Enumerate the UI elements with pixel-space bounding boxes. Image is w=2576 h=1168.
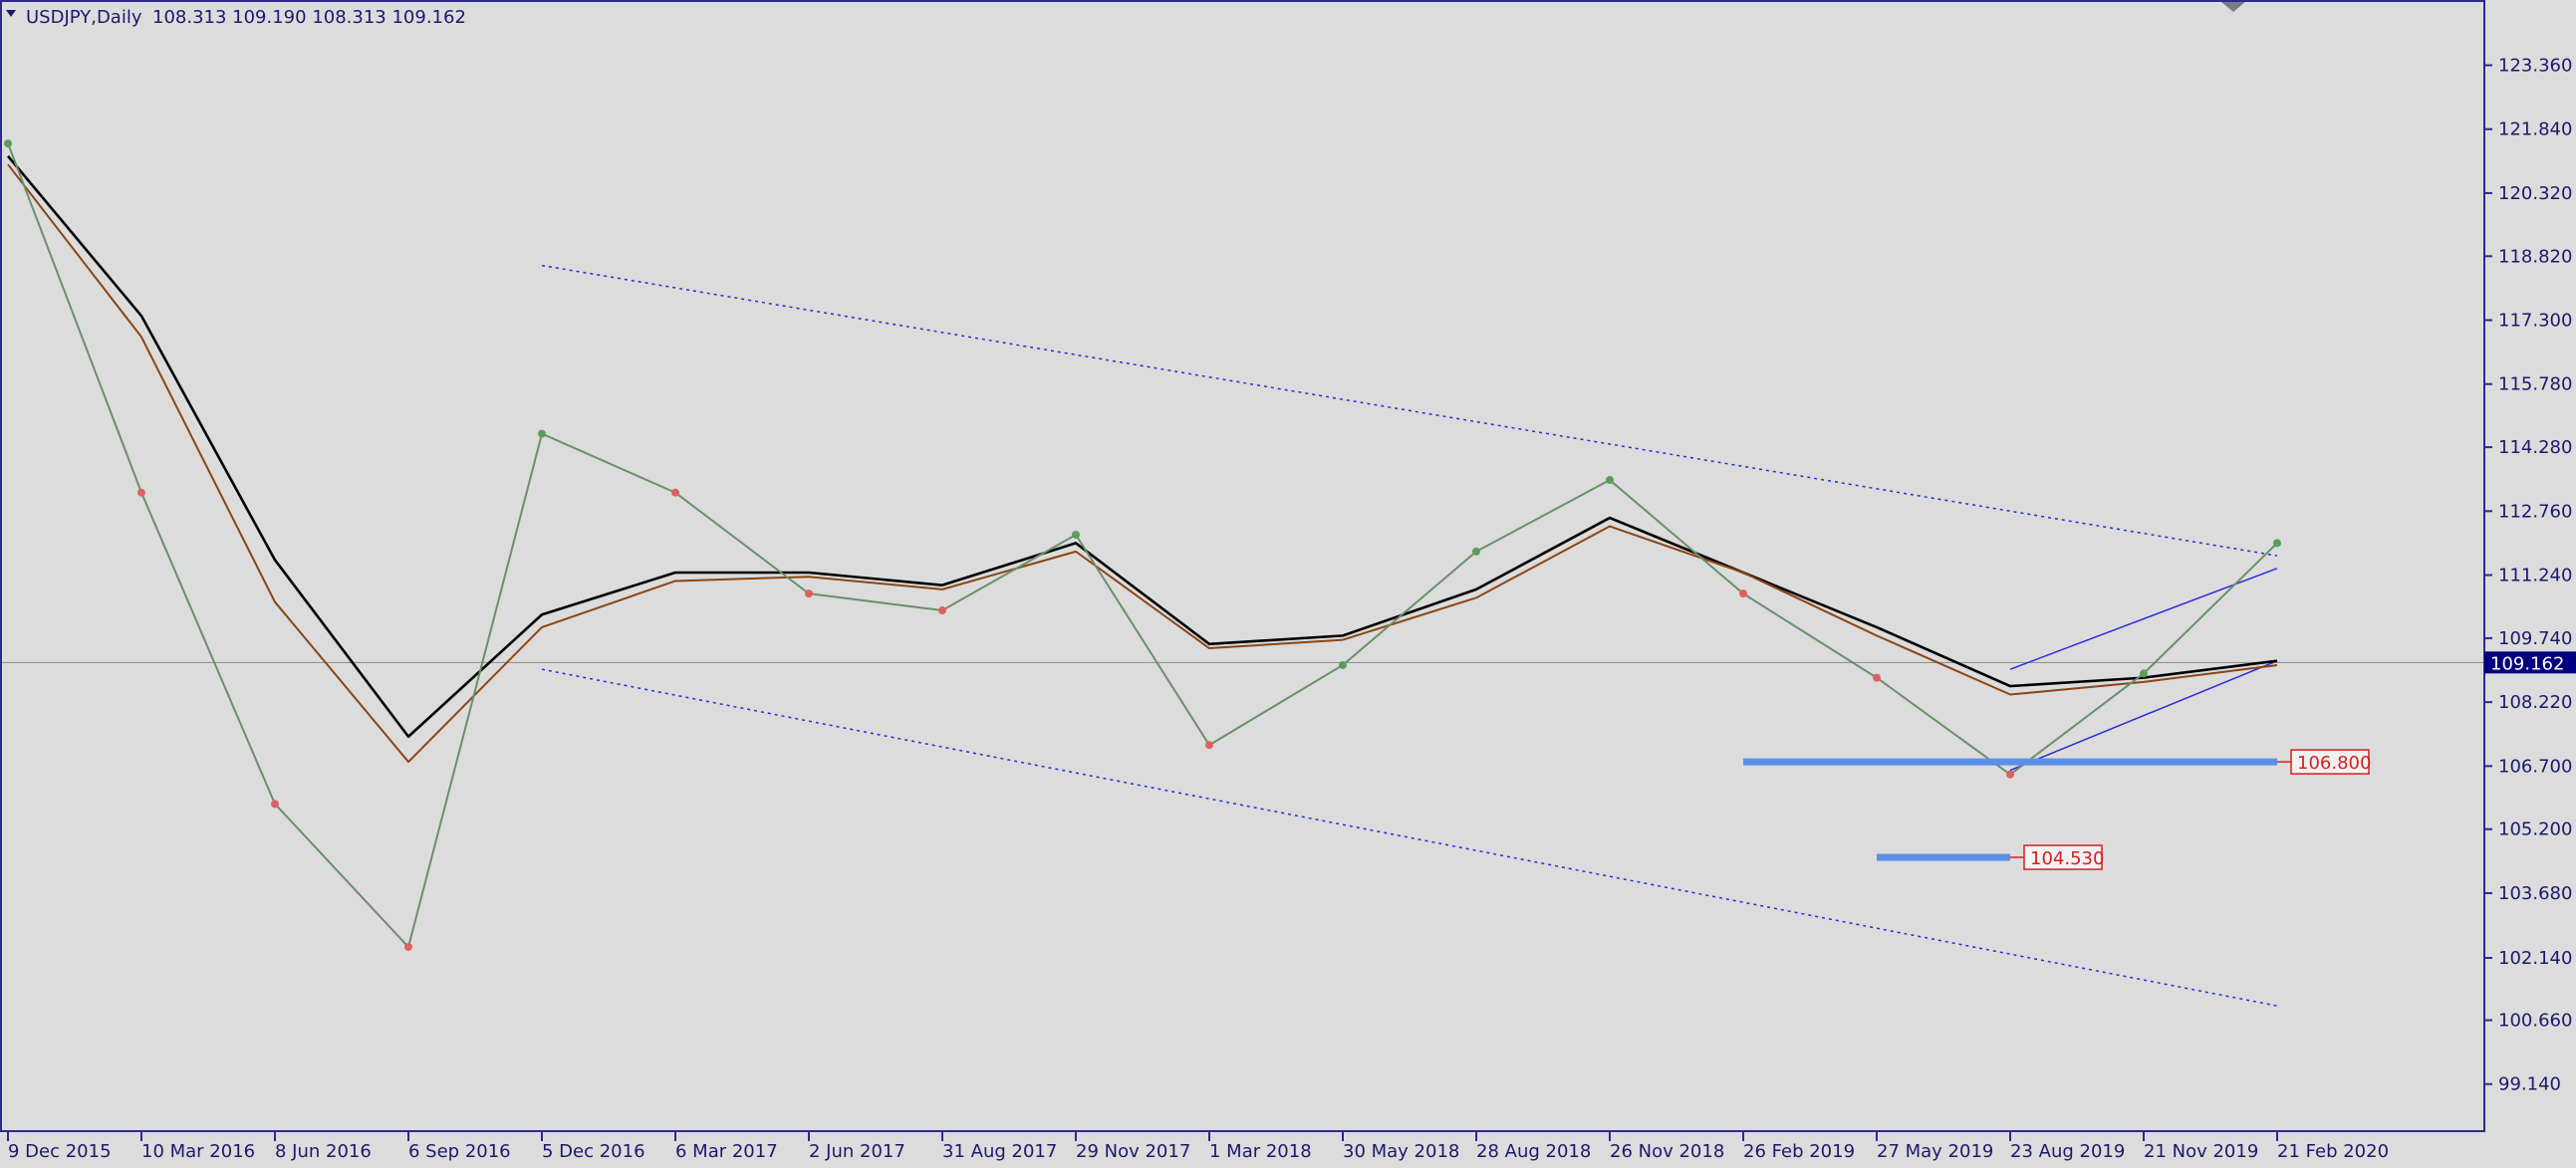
x-tick-label-17: 21 Feb 2020 <box>2277 1141 2389 1162</box>
price-point-17 <box>2273 539 2281 548</box>
y-tick-label-15: 100.660 <box>2498 1011 2572 1032</box>
x-tick-label-4: 5 Dec 2016 <box>542 1141 645 1162</box>
x-tick-label-12: 26 Nov 2018 <box>1610 1141 1724 1162</box>
price-point-9 <box>1205 741 1213 750</box>
x-tick-label-15: 23 Aug 2019 <box>2010 1141 2125 1162</box>
y-tick-label-4: 117.300 <box>2498 311 2572 332</box>
price-point-15 <box>2006 770 2014 779</box>
y-tick-label-16: 99.140 <box>2498 1074 2561 1095</box>
support-level-label-1: 104.530 <box>2030 848 2104 869</box>
x-tick-label-14: 27 May 2019 <box>1877 1141 1993 1162</box>
price-point-10 <box>1339 660 1347 669</box>
y-tick-label-7: 112.760 <box>2498 501 2572 522</box>
support-level-label-0: 106.800 <box>2297 753 2371 774</box>
y-tick-label-12: 105.200 <box>2498 819 2572 840</box>
y-tick-label-6: 114.280 <box>2498 437 2572 458</box>
price-point-2 <box>271 800 279 809</box>
x-tick-label-11: 28 Aug 2018 <box>1476 1141 1591 1162</box>
price-point-5 <box>671 488 679 497</box>
x-tick-label-2: 8 Jun 2016 <box>275 1141 372 1162</box>
ohlc-values: 108.313 109.190 108.313 109.162 <box>152 7 466 28</box>
x-tick-label-13: 26 Feb 2019 <box>1743 1141 1855 1162</box>
x-tick-label-0: 9 Dec 2015 <box>8 1141 112 1162</box>
price-point-11 <box>1472 547 1480 556</box>
price-point-8 <box>1072 530 1080 539</box>
y-tick-label-3: 118.820 <box>2498 246 2572 267</box>
x-tick-label-3: 6 Sep 2016 <box>408 1141 511 1162</box>
y-tick-label-9: 109.740 <box>2498 628 2572 649</box>
x-tick-label-8: 29 Nov 2017 <box>1076 1141 1190 1162</box>
price-point-4 <box>538 429 546 438</box>
chart-header: USDJPY,Daily 108.313 109.190 108.313 109… <box>6 7 466 28</box>
price-point-6 <box>805 589 813 598</box>
y-tick-label-2: 120.320 <box>2498 183 2572 204</box>
price-point-12 <box>1606 476 1614 485</box>
plot-area[interactable] <box>0 0 2484 1131</box>
y-tick-label-10: 108.220 <box>2498 692 2572 713</box>
x-tick-label-10: 30 May 2018 <box>1343 1141 1459 1162</box>
y-tick-label-5: 115.780 <box>2498 374 2572 395</box>
price-point-14 <box>1873 673 1881 682</box>
y-tick-label-0: 123.360 <box>2498 55 2572 76</box>
price-point-1 <box>137 488 145 497</box>
y-tick-label-1: 121.840 <box>2498 119 2572 140</box>
symbol-label: USDJPY,Daily <box>26 7 142 28</box>
price-point-13 <box>1739 589 1747 598</box>
y-tick-label-8: 111.240 <box>2498 566 2572 586</box>
y-tick-label-13: 103.680 <box>2498 883 2572 904</box>
x-tick-label-9: 1 Mar 2018 <box>1209 1141 1312 1162</box>
x-tick-label-6: 2 Jun 2017 <box>809 1141 905 1162</box>
y-tick-label-14: 102.140 <box>2498 948 2572 969</box>
x-tick-label-1: 10 Mar 2016 <box>141 1141 255 1162</box>
price-point-7 <box>938 606 946 615</box>
x-tick-label-5: 6 Mar 2017 <box>675 1141 778 1162</box>
price-point-0 <box>4 139 12 148</box>
current-price-label: 109.162 <box>2490 653 2564 674</box>
price-point-16 <box>2140 669 2148 678</box>
chart-window[interactable]: 106.800 104.530 123.360 121.840 120.320 118.… <box>0 0 2576 1168</box>
price-point-3 <box>404 943 412 952</box>
y-tick-label-11: 106.700 <box>2498 756 2572 777</box>
price-chart[interactable]: 106.800 104.530 123.360 121.840 120.320 118.… <box>0 0 2576 1168</box>
x-tick-label-16: 21 Nov 2019 <box>2144 1141 2258 1162</box>
x-tick-label-7: 31 Aug 2017 <box>942 1141 1057 1162</box>
